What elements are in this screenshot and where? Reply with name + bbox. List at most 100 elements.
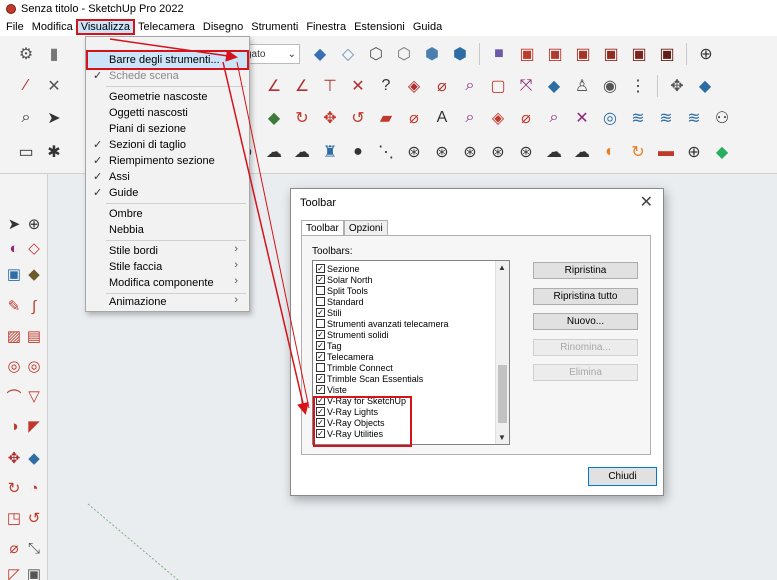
- monochrome-icon[interactable]: ■: [487, 42, 511, 66]
- user-icon[interactable]: ⚇: [710, 106, 734, 130]
- menu-file[interactable]: File: [2, 20, 28, 34]
- reset-button[interactable]: Ripristina: [533, 262, 638, 279]
- paint-icon[interactable]: ◐: [4, 238, 24, 258]
- freehand-icon[interactable]: ∠: [262, 74, 286, 98]
- three-point-arc-icon[interactable]: ◑: [4, 416, 24, 436]
- diagonal-icon[interactable]: ⋱: [374, 140, 398, 164]
- scale-left-icon[interactable]: ◳: [4, 508, 24, 528]
- octagon-3-icon[interactable]: ⊛: [458, 140, 482, 164]
- back-edges-icon[interactable]: ◇: [336, 42, 360, 66]
- tape-measure-left-icon[interactable]: ⌀: [4, 538, 24, 558]
- text-left-icon[interactable]: ▣: [24, 564, 44, 580]
- text-icon[interactable]: A: [430, 106, 454, 130]
- section-plane-icon[interactable]: ⊕: [694, 42, 718, 66]
- octagon-5-icon[interactable]: ⊛: [514, 140, 538, 164]
- menu-item-scene-tabs[interactable]: ✓ Schede scena: [87, 67, 248, 85]
- settings-gear-icon[interactable]: ✱: [42, 140, 66, 164]
- intersect-icon[interactable]: ≋: [626, 106, 650, 130]
- menu-item-animation[interactable]: Animazione ›: [87, 293, 248, 311]
- paint-bucket-icon[interactable]: ⌀: [402, 106, 426, 130]
- make-component-icon[interactable]: ▰: [374, 106, 398, 130]
- help-icon[interactable]: ?: [374, 74, 398, 98]
- component-icon[interactable]: ♜: [318, 140, 342, 164]
- tag-tool-icon[interactable]: ◆: [24, 264, 44, 284]
- dot-icon[interactable]: ●: [346, 140, 370, 164]
- delete-button[interactable]: Elimina: [533, 364, 638, 381]
- dimension-icon[interactable]: ⁄: [14, 74, 38, 98]
- menu-modifica[interactable]: Modifica: [28, 20, 77, 34]
- menu-strumenti[interactable]: Strumenti: [247, 20, 302, 34]
- right-view-icon[interactable]: ▣: [599, 42, 623, 66]
- front-view-icon[interactable]: ▣: [571, 42, 595, 66]
- iso-view-icon[interactable]: ▣: [515, 42, 539, 66]
- dimension-left-icon[interactable]: ⤡: [24, 538, 44, 558]
- octagon-icon[interactable]: ⊛: [402, 140, 426, 164]
- polygon-icon[interactable]: ◎: [24, 356, 44, 376]
- cloud-upload-icon[interactable]: ☁: [290, 140, 314, 164]
- checkbox[interactable]: [316, 286, 325, 295]
- toolbar-list-item[interactable]: ✓ Stili: [316, 307, 342, 318]
- circle-icon[interactable]: ◎: [4, 356, 24, 376]
- select-icon[interactable]: ▮: [42, 42, 66, 66]
- union-icon[interactable]: ≋: [654, 106, 678, 130]
- toolbar-list-item[interactable]: ✓ Telecamera: [316, 351, 374, 362]
- orbit-icon[interactable]: ◈: [402, 74, 426, 98]
- select-tool-icon[interactable]: ➤: [4, 214, 24, 234]
- checkbox[interactable]: ✓: [316, 264, 325, 273]
- rectangle-icon[interactable]: ▨: [4, 326, 24, 346]
- tab-toolbar[interactable]: Toolbar: [301, 220, 344, 236]
- scroll-thumb[interactable]: [498, 365, 507, 423]
- zoom-window-icon[interactable]: ⌕: [458, 74, 482, 98]
- checkbox[interactable]: ✓: [316, 352, 325, 361]
- menu-disegno[interactable]: Disegno: [199, 20, 247, 34]
- push-pull-left-icon[interactable]: ◆: [24, 448, 44, 468]
- checkbox[interactable]: ✓: [316, 385, 325, 394]
- checkbox[interactable]: ✓: [316, 275, 325, 284]
- open-folder-icon[interactable]: ▭: [14, 140, 38, 164]
- position-camera-icon[interactable]: ♙: [570, 74, 594, 98]
- toolbar-list-item[interactable]: ✓ Trimble Scan Essentials: [316, 373, 423, 384]
- toolbar-list-item[interactable]: ✓ Strumenti solidi: [316, 329, 389, 340]
- shaded-icon[interactable]: ⬢: [420, 42, 444, 66]
- cloud-3-icon[interactable]: ☁: [570, 140, 594, 164]
- toolbar-list-item[interactable]: ✓ Solar North: [316, 274, 373, 285]
- offset-icon[interactable]: ↺: [346, 106, 370, 130]
- vray-frame-buffer-icon[interactable]: ▬: [654, 140, 678, 164]
- vray-interactive-icon[interactable]: ↻: [626, 140, 650, 164]
- checkbox[interactable]: ✓: [316, 330, 325, 339]
- erase-icon[interactable]: ✕: [42, 74, 66, 98]
- look-around-icon[interactable]: ◉: [598, 74, 622, 98]
- close-button[interactable]: Chiudi: [588, 467, 657, 486]
- xray-icon[interactable]: ◆: [308, 42, 332, 66]
- axes-icon[interactable]: ⊤: [318, 74, 342, 98]
- menu-finestra[interactable]: Finestra: [302, 20, 350, 34]
- toolbar-list-item[interactable]: ✓ Viste: [316, 384, 347, 395]
- top-view-icon[interactable]: ▣: [543, 42, 567, 66]
- footprints-icon[interactable]: ⋮: [626, 74, 650, 98]
- magnify-icon[interactable]: ⌕: [542, 106, 566, 130]
- angle-icon[interactable]: ∠: [290, 74, 314, 98]
- follow-me-left-icon[interactable]: ◔: [24, 478, 44, 498]
- push-pull-icon[interactable]: ◆: [693, 74, 717, 98]
- subtract-icon[interactable]: ≋: [682, 106, 706, 130]
- protractor-left-icon[interactable]: ◸: [4, 564, 24, 580]
- scroll-down-icon[interactable]: ▼: [498, 433, 506, 442]
- reset-all-button[interactable]: Ripristina tutto: [533, 288, 638, 305]
- menu-guida[interactable]: Guida: [409, 20, 446, 34]
- rotated-rectangle-icon[interactable]: ▤: [24, 326, 44, 346]
- checkbox[interactable]: ✓: [316, 341, 325, 350]
- octagon-2-icon[interactable]: ⊛: [430, 140, 454, 164]
- shaded-textures-icon[interactable]: ⬢: [448, 42, 472, 66]
- outer-shell-icon[interactable]: ◎: [598, 106, 622, 130]
- offset-left-icon[interactable]: ↺: [24, 508, 44, 528]
- rename-button[interactable]: Rinomina...: [533, 339, 638, 356]
- orbit-tool-icon[interactable]: ◈: [486, 106, 510, 130]
- hidden-line-icon[interactable]: ⬡: [392, 42, 416, 66]
- zoom-search-icon[interactable]: ⌕: [14, 106, 38, 130]
- rotate-icon[interactable]: ↻: [290, 106, 314, 130]
- checkbox[interactable]: ✓: [316, 308, 325, 317]
- move-left-icon[interactable]: ✥: [4, 448, 24, 468]
- octagon-4-icon[interactable]: ⊛: [486, 140, 510, 164]
- select-arrow-icon[interactable]: ➤: [42, 106, 66, 130]
- new-button[interactable]: Nuovo...: [533, 313, 638, 330]
